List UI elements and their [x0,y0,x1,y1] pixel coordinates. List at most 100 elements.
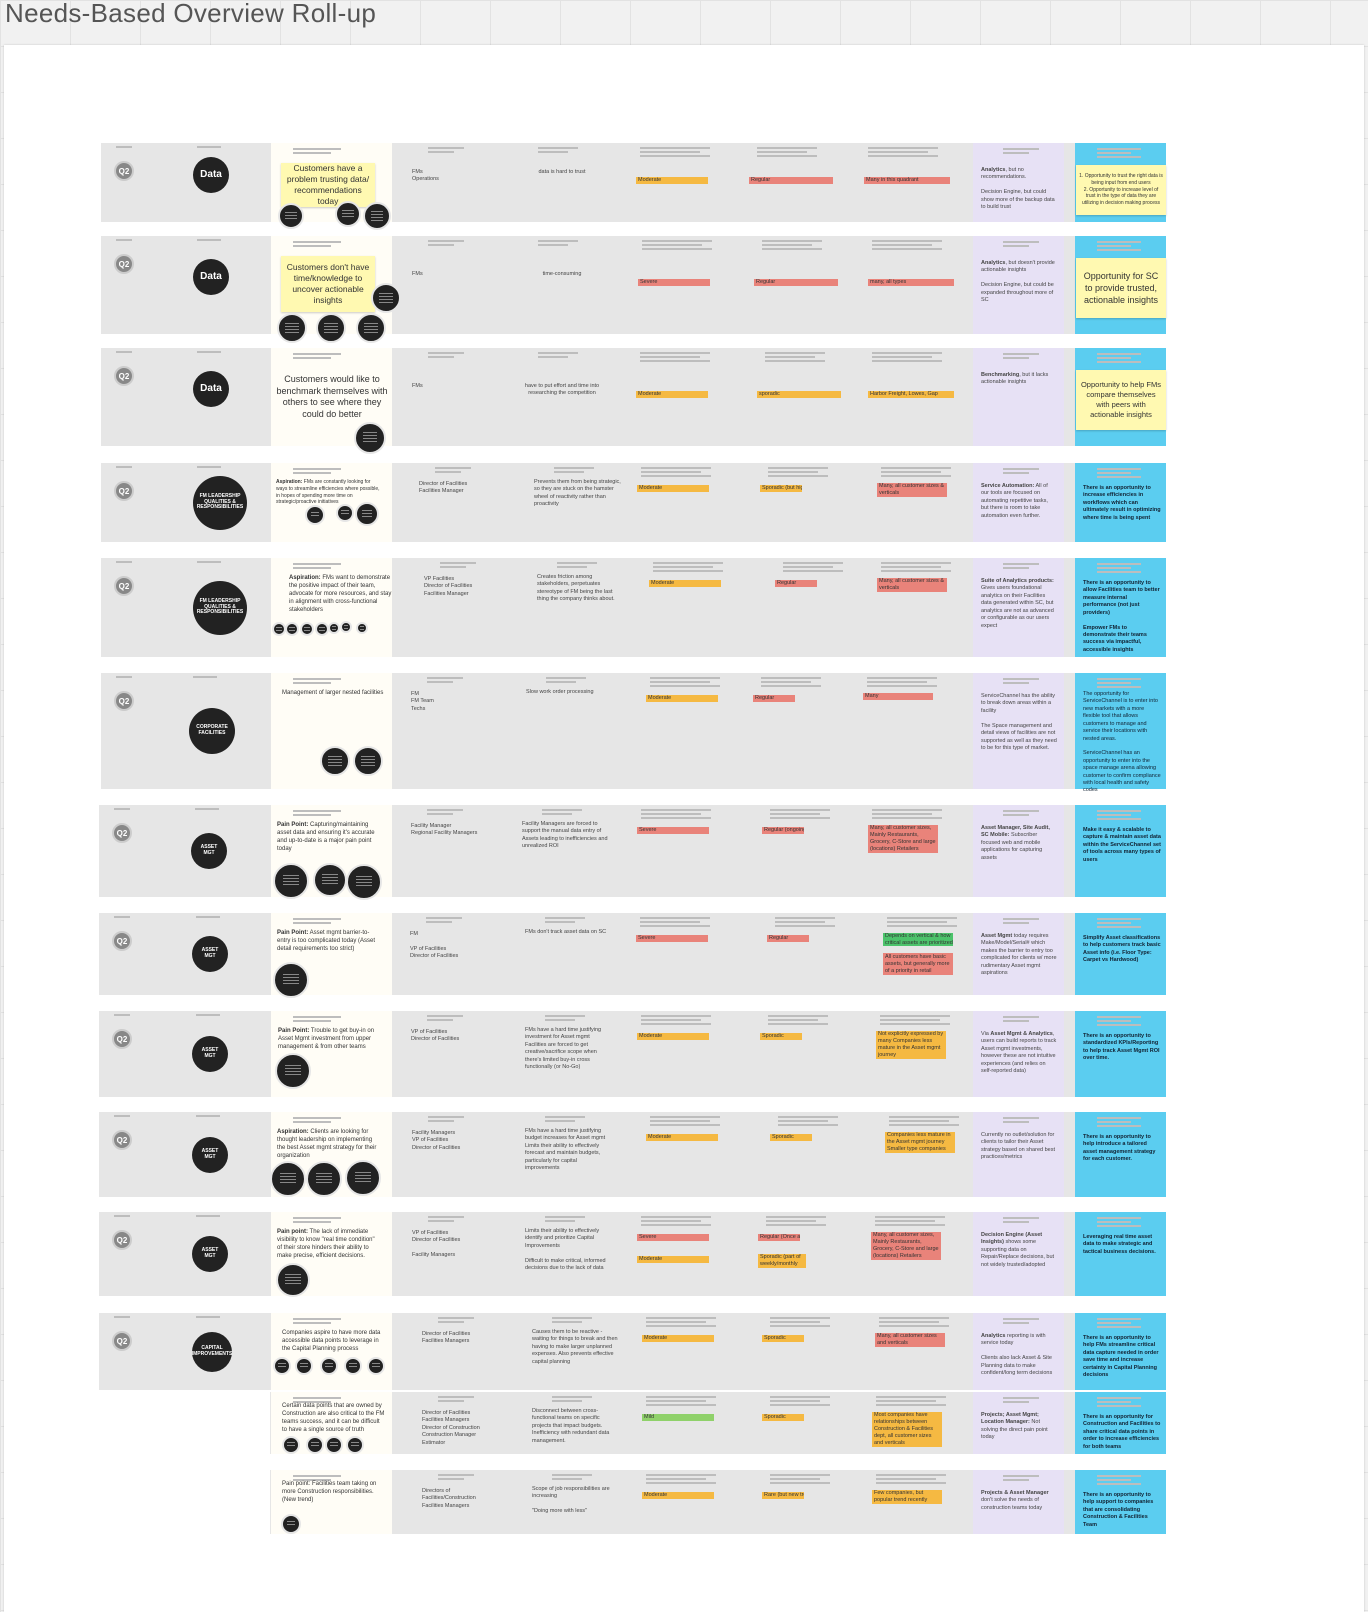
avatar[interactable] [305,505,325,525]
placeholder-line [545,921,575,923]
avatar[interactable] [278,203,304,229]
placeholder-line [554,467,594,469]
need-text: Aspiration: FMs want to demonstrate the … [289,574,393,614]
placeholder-line [1003,241,1039,243]
placeholder-line [114,808,130,810]
need-text: Pain point: Facilities team taking on mo… [282,1480,386,1504]
avatar[interactable] [371,283,401,313]
need-sticky-note[interactable]: Customers don't have time/knowledge to u… [281,256,375,312]
avatar[interactable] [316,313,346,343]
avatar[interactable] [346,1436,364,1454]
severity-bar: Moderate [637,485,709,492]
placeholder-line [1097,818,1141,820]
placeholder-line [545,917,585,919]
placeholder-line [778,1120,828,1122]
opportunity-sticky-note[interactable]: Opportunity to help FMs compare themselv… [1076,370,1166,430]
need-text: Companies aspire to have more data acces… [282,1329,386,1353]
avatar[interactable] [315,622,329,636]
placeholder-line [116,351,132,353]
placeholder-line [427,677,463,679]
avatar[interactable] [273,1357,291,1375]
solution-card[interactable] [973,348,1064,446]
reach-bar: Many, all customer sizes, Mainly Restaur… [868,825,938,853]
avatar[interactable] [282,1436,300,1454]
placeholder-line [641,475,711,477]
category-circle: Data [193,259,229,295]
avatar[interactable] [270,1161,306,1197]
board-canvas[interactable]: Needs-Based Overview Roll-up Q2 Data Custo… [0,0,1368,1612]
placeholder-line [875,1224,945,1226]
avatar[interactable] [275,1053,311,1089]
category-circle: CORPORATE FACILITIES [189,708,235,754]
placeholder-line [1003,1397,1039,1399]
frequency-bar: Regular [753,695,795,702]
need-sticky-note[interactable]: Customers have a problem trusting data/ … [281,163,375,207]
opportunity-text: There is an opportunity to help support … [1083,1492,1154,1528]
placeholder-line [770,809,830,811]
avatar[interactable] [345,1160,381,1196]
avatar[interactable] [306,1161,342,1197]
avatar[interactable] [306,1436,324,1454]
placeholder-line [875,1216,945,1218]
placeholder-line [545,1220,575,1222]
severity-bar: Moderate [642,1492,714,1499]
avatar[interactable] [353,746,383,776]
avatar[interactable] [277,313,307,343]
severity-bar: Moderate [637,1256,709,1263]
avatar[interactable] [273,962,309,998]
placeholder-line [438,1478,464,1480]
reach-bar: Harbor Freight, Lowes, Gap [868,391,954,398]
opportunity-sticky-note[interactable]: 1. Opportunity to trust the right data i… [1076,165,1166,215]
avatar[interactable] [273,863,309,899]
avatar[interactable] [356,313,386,343]
placeholder-line [1097,814,1131,816]
opportunity-text: There is an opportunity to help introduc… [1083,1134,1156,1163]
placeholder-line [876,1482,946,1484]
placeholder-line [1097,922,1131,924]
avatar[interactable] [285,622,299,636]
avatar[interactable] [335,201,361,227]
avatar[interactable] [320,746,350,776]
avatar[interactable] [325,1436,343,1454]
severity-bar: Moderate [642,1335,714,1342]
placeholder-line [867,681,927,683]
avatar[interactable] [363,202,391,230]
avatar[interactable] [367,1357,385,1375]
placeholder-line [641,817,711,819]
severity-bar: Moderate [646,695,718,702]
placeholder-line [778,1116,838,1118]
avatar[interactable] [344,1357,362,1375]
placeholder-line [768,1023,828,1025]
impact-text: have to put effort and time into researc… [524,383,600,397]
avatar[interactable] [354,422,386,454]
avatar[interactable] [346,864,382,900]
placeholder-line [1097,1024,1141,1026]
avatar[interactable] [336,504,354,522]
avatar[interactable] [272,622,286,636]
placeholder-line [881,471,941,473]
avatar[interactable] [340,621,352,633]
severity-bar: Moderate [636,176,708,184]
quarter-badge: Q2 [114,691,134,711]
frequency-bar: Sporadic [762,1335,804,1342]
avatar[interactable] [295,1357,313,1375]
avatar[interactable] [320,1357,338,1375]
placeholder-line [196,1215,220,1217]
placeholder-line [293,152,331,154]
placeholder-line [428,151,454,153]
avatar[interactable] [356,622,368,634]
solution-description: , but no recommendations. Decision Engin… [981,167,1055,211]
placeholder-line [538,240,578,242]
avatar[interactable] [313,863,347,897]
opportunity-text: The opportunity for ServiceChannel is to… [1083,691,1161,794]
avatar[interactable] [328,622,340,634]
opportunity-sticky-note[interactable]: Opportunity for SC to provide trusted, a… [1076,258,1166,318]
avatar[interactable] [276,1263,310,1297]
need-text: Customers would like to benchmark themse… [276,374,388,420]
avatar[interactable] [355,502,379,526]
avatar[interactable] [281,1514,301,1534]
placeholder-line [768,475,828,477]
impact-text: Facility Managers are forced to support … [522,821,608,850]
avatar[interactable] [300,622,314,636]
category-circle: CAPITAL IMPROVEMENTS [192,1331,232,1372]
